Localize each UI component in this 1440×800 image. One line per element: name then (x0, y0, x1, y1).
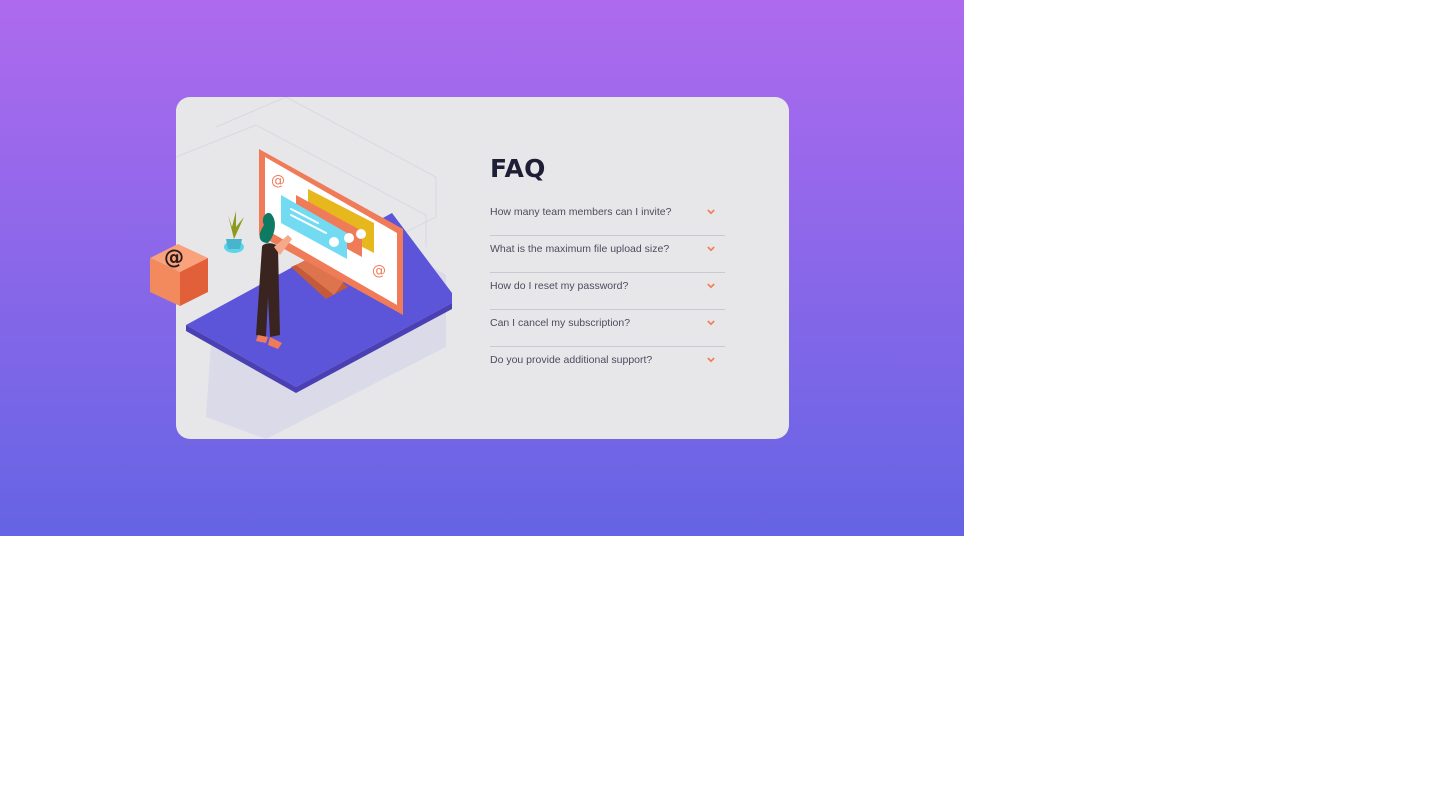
chevron-down-icon[interactable] (707, 356, 715, 364)
faq-question[interactable]: Can I cancel my subscription? (490, 317, 630, 329)
faq-question[interactable]: What is the maximum file upload size? (490, 243, 669, 255)
faq-item[interactable]: What is the maximum file upload size? (490, 236, 725, 273)
faq-item[interactable]: Do you provide additional support? (490, 347, 725, 383)
woman-online-illustration: @ @ (176, 97, 452, 439)
chevron-down-icon[interactable] (707, 245, 715, 253)
chevron-down-icon[interactable] (707, 208, 715, 216)
faq-question[interactable]: How many team members can I invite? (490, 206, 671, 218)
faq-title: FAQ (490, 154, 546, 183)
page-background: @ @ FAQ How many team members can I invi… (0, 0, 964, 536)
at-box-illustration: @ (150, 244, 208, 306)
faq-list: How many team members can I invite? What… (490, 199, 725, 383)
svg-text:@: @ (164, 245, 184, 269)
chevron-down-icon[interactable] (707, 319, 715, 327)
faq-item[interactable]: Can I cancel my subscription? (490, 310, 725, 347)
svg-text:@: @ (372, 263, 386, 279)
chevron-down-icon[interactable] (707, 282, 715, 290)
faq-panel: FAQ How many team members can I invite? … (490, 153, 725, 383)
faq-item[interactable]: How do I reset my password? (490, 273, 725, 310)
faq-item[interactable]: How many team members can I invite? (490, 199, 725, 236)
faq-question[interactable]: How do I reset my password? (490, 280, 628, 292)
svg-text:@: @ (271, 173, 285, 189)
faq-card: @ @ FAQ How many team members can I invi… (176, 97, 789, 439)
faq-question[interactable]: Do you provide additional support? (490, 354, 652, 366)
